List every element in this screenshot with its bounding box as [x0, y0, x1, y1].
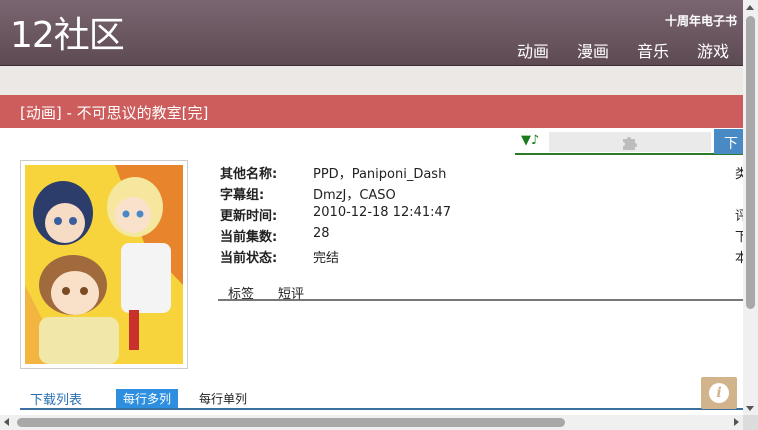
page-title-bar: [动画] - 不可思议的教室[完]	[0, 95, 743, 128]
download-list-tabs: 下载列表 每行多列 每行单列	[20, 388, 743, 410]
scroll-down-arrow-icon[interactable]	[746, 406, 754, 411]
info-row-updated: 更新时间: 2010-12-18 12:41:47 评	[220, 205, 748, 226]
tab-tags[interactable]: 标签	[228, 283, 254, 302]
tab-short-reviews[interactable]: 短评	[278, 283, 304, 302]
puzzle-piece-icon	[623, 137, 637, 150]
info-icon: i	[709, 383, 729, 403]
info-label: 当前状态:	[220, 251, 278, 266]
scroll-right-arrow-icon[interactable]	[734, 418, 739, 426]
info-tabs: 标签 短评	[218, 283, 743, 302]
cover-image	[20, 160, 188, 369]
horizontal-scrollbar[interactable]	[0, 415, 743, 430]
main-nav: 动画 漫画 音乐 游戏	[517, 38, 729, 62]
player-toolbar: ▼♪	[515, 131, 743, 155]
info-label: 字幕组:	[220, 188, 265, 203]
info-value: 28	[313, 226, 330, 241]
anime-info: 其他名称: PPD，Paniponi_Dash 类 字幕组: DmzJ，CASO…	[220, 163, 748, 268]
info-value: PPD，Paniponi_Dash	[313, 167, 447, 182]
info-row-episodes: 当前集数: 28 下	[220, 226, 748, 247]
plugin-placeholder[interactable]	[549, 132, 711, 152]
horizontal-scroll-thumb[interactable]	[17, 418, 565, 427]
nav-music[interactable]: 音乐	[637, 38, 669, 62]
info-value: 2010-12-18 12:41:47	[313, 205, 452, 220]
info-button[interactable]: i	[701, 377, 737, 409]
scrollbar-corner	[743, 415, 758, 430]
download-button[interactable]: 下	[714, 129, 743, 154]
page-title: [动画] - 不可思议的教室[完]	[20, 104, 209, 122]
info-label: 其他名称:	[220, 167, 278, 182]
nav-anime[interactable]: 动画	[517, 38, 549, 62]
vertical-scroll-thumb[interactable]	[746, 16, 755, 309]
info-row-subgroup: 字幕组: DmzJ，CASO	[220, 184, 743, 205]
nav-manga[interactable]: 漫画	[577, 38, 609, 62]
tab-multi-column[interactable]: 每行多列	[116, 389, 179, 408]
info-row-alt-names: 其他名称: PPD，Paniponi_Dash 类	[220, 163, 748, 184]
site-logo[interactable]: 12社区	[10, 14, 125, 58]
subheader-strip	[0, 66, 743, 95]
site-header: 12社区 十周年电子书 动画 漫画 音乐 游戏	[0, 0, 743, 66]
info-row-status: 当前状态: 完结 本	[220, 247, 748, 268]
scroll-up-arrow-icon[interactable]	[746, 5, 754, 10]
tab-download-list[interactable]: 下载列表	[30, 389, 82, 408]
info-value: DmzJ，CASO	[313, 188, 396, 203]
info-label: 更新时间:	[220, 209, 278, 224]
vertical-scrollbar[interactable]	[743, 0, 758, 415]
nav-games[interactable]: 游戏	[697, 38, 729, 62]
tab-single-column[interactable]: 每行单列	[199, 390, 247, 407]
info-value: 完结	[313, 251, 340, 266]
music-toggle-icon[interactable]: ▼♪	[521, 133, 539, 148]
anniversary-ebook-link[interactable]: 十周年电子书	[665, 12, 737, 29]
scroll-left-arrow-icon[interactable]	[4, 418, 9, 426]
info-label: 当前集数:	[220, 230, 278, 245]
